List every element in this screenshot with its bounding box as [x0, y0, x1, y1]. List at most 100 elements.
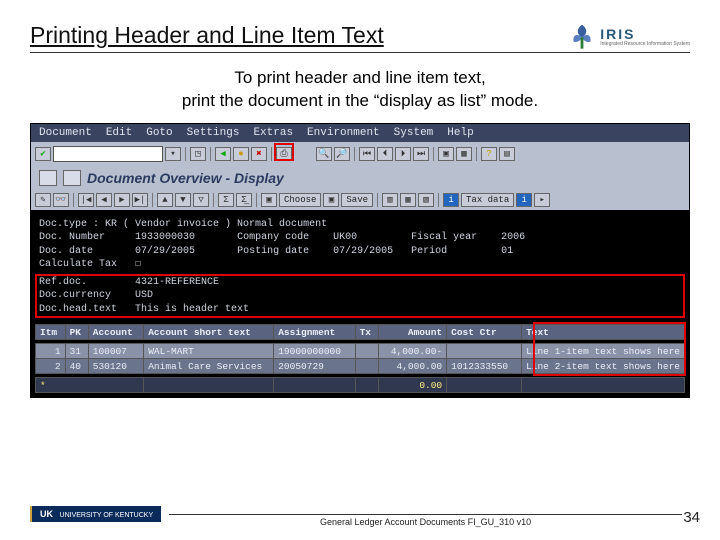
col2-icon[interactable]: ▦	[400, 193, 416, 207]
sort-desc-icon[interactable]: ▼	[175, 193, 191, 207]
taxdata-button[interactable]: Tax data	[461, 193, 514, 207]
col-assign: Assignment	[274, 325, 355, 340]
doc-date-label: Doc. date	[39, 246, 93, 257]
last-icon[interactable]: ▶|	[132, 193, 148, 207]
sum-icon[interactable]: Σ	[218, 193, 234, 207]
list-view-icon[interactable]	[39, 170, 57, 186]
cell-amount: 4,000.00	[378, 359, 446, 374]
menu-edit[interactable]: Edit	[106, 127, 132, 139]
sap-menubar: Document Edit Goto Settings Extras Envir…	[31, 124, 689, 142]
col-text: Text	[522, 325, 685, 340]
subtitle-line1: To print header and line item text,	[234, 68, 485, 87]
col-cost: Cost Ctr	[447, 325, 522, 340]
cell-tx	[355, 344, 378, 359]
help-icon[interactable]: ?	[481, 147, 497, 161]
cell-account: 530120	[88, 359, 143, 374]
page-number: 34	[683, 509, 700, 526]
table-header-row: Itm PK Account Account short text Assign…	[36, 325, 685, 340]
save-layout-icon[interactable]: ▣	[323, 193, 339, 207]
posting-date-value: 07/29/2005	[333, 246, 393, 257]
line-item-table: Itm PK Account Account short text Assign…	[35, 324, 685, 393]
cell-short: Animal Care Services	[144, 359, 274, 374]
overview-title: Document Overview - Display	[87, 170, 284, 186]
cancel-icon[interactable]: ✖	[251, 147, 267, 161]
find-icon[interactable]: 🔍	[316, 147, 332, 161]
menu-system[interactable]: System	[394, 127, 434, 139]
iris-logo-text: IRIS	[600, 26, 690, 42]
header-text-highlight: Ref.doc. 4321-REFERENCE Doc.currency USD…	[35, 274, 685, 319]
doc-type-value: KR ( Vendor invoice ) Normal document	[105, 219, 327, 230]
uk-logo: UK UNIVERSITY OF KENTUCKY	[30, 506, 161, 522]
total-amount: 0.00	[378, 378, 446, 393]
uk-university-text: UNIVERSITY OF KENTUCKY	[60, 512, 154, 519]
table-row[interactable]: 2 40 530120 Animal Care Services 2005072…	[36, 359, 685, 374]
shortcut-icon[interactable]: ▦	[456, 147, 472, 161]
subtitle-line2: print the document in the “display as li…	[182, 91, 538, 110]
next-icon[interactable]: ▶	[114, 193, 130, 207]
ref-doc-label: Ref.doc.	[39, 277, 87, 288]
fiscal-year-value: 2006	[501, 232, 525, 243]
sort-asc-icon[interactable]: ▲	[157, 193, 173, 207]
page-title: Printing Header and Line Item Text	[30, 22, 384, 49]
col3-icon[interactable]: ▧	[418, 193, 434, 207]
info-icon[interactable]: i	[443, 193, 459, 207]
calc-tax-label: Calculate Tax	[39, 259, 117, 270]
cell-text: Line 2-item text shows here	[522, 359, 685, 374]
first-icon[interactable]: |◀	[78, 193, 94, 207]
menu-settings[interactable]: Settings	[187, 127, 240, 139]
col-amount: Amount	[378, 325, 446, 340]
subtotal-icon[interactable]: Σ̲	[236, 193, 252, 207]
cell-text: Line 1-item text shows here	[522, 344, 685, 359]
cell-account: 100007	[88, 344, 143, 359]
table-row[interactable]: 1 31 100007 WAL-MART 19000000000 4,000.0…	[36, 344, 685, 359]
cell-assign: 19000000000	[274, 344, 355, 359]
sap-toolbar-2: ✎ 👓 |◀ ◀ ▶ ▶| ▲ ▼ ▽ Σ Σ̲ ▣ Choose ▣ Save…	[31, 190, 689, 210]
menu-goto[interactable]: Goto	[146, 127, 172, 139]
choose-button[interactable]: Choose	[279, 193, 321, 207]
doc-number-value: 1933000030	[135, 232, 195, 243]
menu-extras[interactable]: Extras	[253, 127, 293, 139]
prev-icon[interactable]: ◀	[96, 193, 112, 207]
cell-cost: 1012333550	[447, 359, 522, 374]
doc-number-label: Doc. Number	[39, 232, 105, 243]
iris-logo: IRIS Integrated Resource Information Sys…	[568, 22, 690, 50]
cell-assign: 20050729	[274, 359, 355, 374]
last-page-icon[interactable]: ⏭	[413, 147, 429, 161]
display-change-icon[interactable]: ✎	[35, 193, 51, 207]
extra-icon[interactable]: ▸	[534, 193, 550, 207]
period-value: 01	[501, 246, 513, 257]
enter-icon[interactable]: ✔	[35, 147, 51, 161]
menu-document[interactable]: Document	[39, 127, 92, 139]
sap-window: Document Edit Goto Settings Extras Envir…	[30, 123, 690, 399]
company-code-value: UK00	[333, 232, 357, 243]
prev-page-icon[interactable]: ⏴	[377, 147, 393, 161]
collapse-icon[interactable]: ▣	[261, 193, 277, 207]
command-field[interactable]	[53, 146, 163, 162]
glasses-icon[interactable]: 👓	[53, 193, 69, 207]
save-icon[interactable]: ◳	[190, 147, 206, 161]
cell-tx	[355, 359, 378, 374]
posting-date-label: Posting date	[237, 246, 309, 257]
filter-icon[interactable]: ▽	[193, 193, 209, 207]
cell-itm: 2	[36, 359, 66, 374]
first-page-icon[interactable]: ⏮	[359, 147, 375, 161]
subtitle: To print header and line item text, prin…	[30, 67, 690, 113]
menu-environment[interactable]: Environment	[307, 127, 380, 139]
dropdown-icon[interactable]: ▾	[165, 147, 181, 161]
uk-logo-mark: UK	[40, 509, 53, 519]
sap-content: Doc.type : KR ( Vendor invoice ) Normal …	[31, 210, 689, 398]
new-session-icon[interactable]: ▣	[438, 147, 454, 161]
menu-help[interactable]: Help	[447, 127, 473, 139]
info2-icon[interactable]: i	[516, 193, 532, 207]
iris-logo-sub: Integrated Resource Information System	[600, 42, 690, 47]
find-next-icon[interactable]: 🔎	[334, 147, 350, 161]
exit-icon[interactable]: ●	[233, 147, 249, 161]
save-button[interactable]: Save	[341, 193, 373, 207]
back-icon[interactable]: ◀	[215, 147, 231, 161]
table-total-row: * 0.00	[36, 378, 685, 393]
col-icon[interactable]: ▥	[382, 193, 398, 207]
next-page-icon[interactable]: ⏵	[395, 147, 411, 161]
doc-view-icon[interactable]	[63, 170, 81, 186]
layout-icon[interactable]: ▤	[499, 147, 515, 161]
document-header-block: Doc.type : KR ( Vendor invoice ) Normal …	[35, 216, 685, 273]
